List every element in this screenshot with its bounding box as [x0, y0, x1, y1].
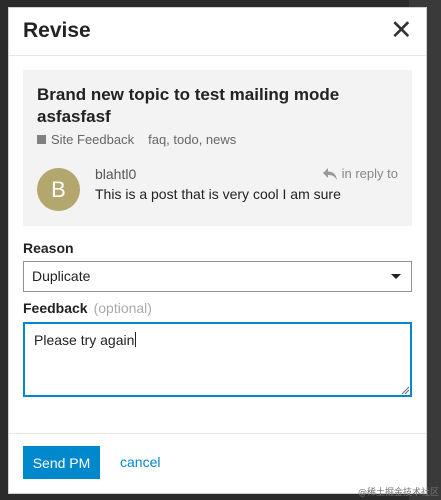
avatar-letter: B — [51, 176, 66, 202]
dialog-title: Revise — [23, 19, 91, 42]
reason-selected-value: Duplicate — [32, 268, 91, 284]
feedback-optional-hint: (optional) — [93, 300, 152, 316]
reply-to-link[interactable]: in reply to — [322, 166, 398, 181]
dialog-header: Revise ✕ — [9, 8, 426, 56]
post-body: This is a post that is very cool I am su… — [95, 186, 341, 202]
send-pm-button[interactable]: Send PM — [23, 446, 100, 479]
feedback-text: Please try again — [34, 332, 135, 348]
reply-arrow-icon — [322, 167, 337, 180]
watermark: @稀土掘金技术社区 — [357, 488, 439, 498]
feedback-label: Feedback (optional) — [23, 300, 152, 316]
dialog-footer: Send PM cancel — [9, 433, 426, 493]
chevron-down-icon — [391, 274, 401, 279]
text-cursor — [135, 332, 137, 347]
post-username[interactable]: blahtl0 — [95, 166, 136, 182]
reason-label: Reason — [23, 240, 74, 256]
reply-to-label: in reply to — [341, 166, 398, 181]
close-icon[interactable]: ✕ — [390, 17, 413, 44]
cancel-link[interactable]: cancel — [120, 454, 160, 470]
topic-preview-card: Brand new topic to test mailing mode asf… — [23, 70, 412, 226]
topic-title: Brand new topic to test mailing mode asf… — [37, 85, 340, 126]
revise-dialog: Revise ✕ Brand new topic to test mailing… — [8, 7, 427, 494]
resize-grip-icon[interactable] — [401, 386, 409, 394]
reason-select[interactable]: Duplicate — [23, 261, 412, 292]
topic-meta: Site Feedback faq, todo, news — [37, 132, 236, 147]
avatar[interactable]: B — [37, 168, 80, 211]
topic-tags[interactable]: faq, todo, news — [148, 132, 236, 147]
category-color-icon — [37, 135, 46, 144]
category-label[interactable]: Site Feedback — [51, 132, 134, 147]
feedback-label-text: Feedback — [23, 300, 88, 316]
feedback-textarea[interactable]: Please try again — [23, 322, 412, 397]
